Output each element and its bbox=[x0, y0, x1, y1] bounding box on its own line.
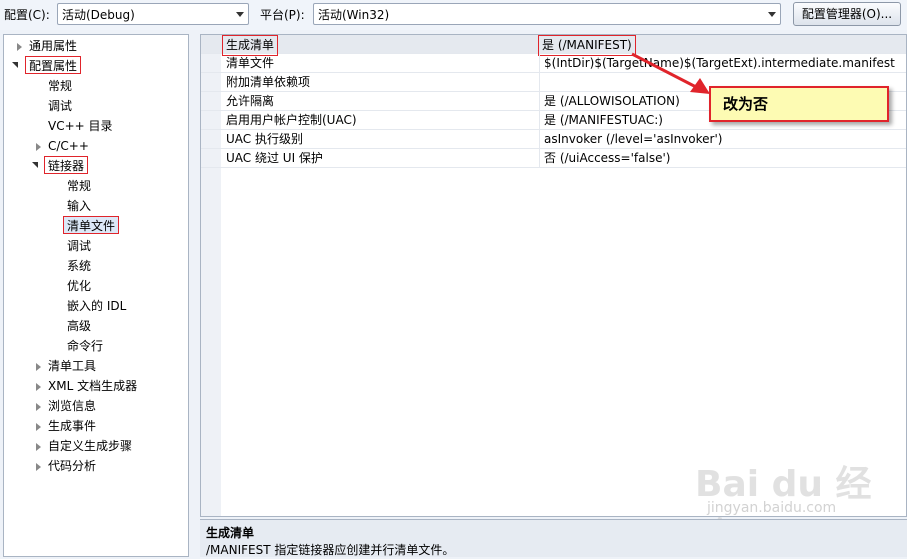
tree-item-linker-debugging[interactable]: 调试 bbox=[67, 237, 91, 255]
tree-item-linker-advanced[interactable]: 高级 bbox=[67, 317, 91, 335]
property-name: 清单文件 bbox=[226, 56, 275, 70]
watermark-url: jingyan.baidu.com bbox=[707, 500, 837, 516]
property-name: 附加清单依赖项 bbox=[226, 75, 311, 89]
config-manager-button[interactable]: 配置管理器(O)... bbox=[793, 2, 901, 26]
description-panel: 生成清单 /MANIFEST 指定链接器应创建并行清单文件。 bbox=[200, 519, 907, 557]
tree-item-linker-optimization[interactable]: 优化 bbox=[67, 277, 91, 295]
property-value[interactable]: 是 (/MANIFESTUAC:) bbox=[544, 111, 663, 130]
annotation-callout: 改为否 bbox=[709, 86, 889, 122]
tree-item-linker[interactable]: 链接器 bbox=[44, 156, 89, 174]
tree-item-command-line[interactable]: 命令行 bbox=[67, 337, 103, 355]
expand-icon[interactable] bbox=[36, 443, 41, 451]
tree-item-linker-general[interactable]: 常规 bbox=[67, 177, 91, 195]
tree-item-linker-input[interactable]: 输入 bbox=[67, 197, 91, 215]
tree-item-configuration-properties[interactable]: 配置属性 bbox=[25, 56, 82, 74]
toolbar: 配置(C): 活动(Debug) 平台(P): 活动(Win32) 配置管理器(… bbox=[0, 0, 907, 30]
column-divider bbox=[539, 73, 540, 92]
tree-item-build-events[interactable]: 生成事件 bbox=[48, 417, 96, 435]
tree-item-manifest-tool[interactable]: 清单工具 bbox=[48, 357, 96, 375]
property-name: 启用用户帐户控制(UAC) bbox=[226, 113, 357, 127]
chevron-down-icon bbox=[236, 12, 244, 17]
tree-item-embedded-idl[interactable]: 嵌入的 IDL bbox=[67, 297, 126, 315]
property-value[interactable]: asInvoker (/level='asInvoker') bbox=[544, 130, 722, 149]
expand-icon[interactable] bbox=[36, 143, 41, 151]
tree-item-custom-build-step[interactable]: 自定义生成步骤 bbox=[48, 437, 132, 455]
property-value[interactable]: 是 (/MANIFEST) bbox=[538, 35, 636, 56]
column-divider bbox=[539, 130, 540, 149]
tree-item-vc-directories[interactable]: VC++ 目录 bbox=[48, 117, 113, 135]
expand-icon[interactable] bbox=[36, 363, 41, 371]
grid-row-uac-execution-level[interactable]: UAC 执行级别 asInvoker (/level='asInvoker') bbox=[201, 130, 906, 149]
tree-item-debugging[interactable]: 调试 bbox=[48, 97, 72, 115]
column-divider bbox=[539, 111, 540, 130]
tree-item-browse-information[interactable]: 浏览信息 bbox=[48, 397, 96, 415]
grid-row-uac-bypass-ui[interactable]: UAC 绕过 UI 保护 否 (/uiAccess='false') bbox=[201, 149, 906, 168]
property-value[interactable]: $(IntDir)$(TargetName)$(TargetExt).inter… bbox=[544, 54, 895, 73]
grid-row-manifest-file[interactable]: 清单文件 $(IntDir)$(TargetName)$(TargetExt).… bbox=[201, 54, 906, 73]
expand-icon[interactable] bbox=[36, 383, 41, 391]
column-divider bbox=[539, 92, 540, 111]
platform-dropdown[interactable]: 活动(Win32) bbox=[313, 3, 781, 25]
expand-icon[interactable] bbox=[36, 403, 41, 411]
column-divider bbox=[539, 54, 540, 73]
tree-item-linker-system[interactable]: 系统 bbox=[67, 257, 91, 275]
tree-item-manifest-file[interactable]: 清单文件 bbox=[63, 216, 120, 234]
property-name: UAC 执行级别 bbox=[226, 132, 303, 146]
tree-item-cpp[interactable]: C/C++ bbox=[48, 137, 89, 155]
expand-icon[interactable] bbox=[36, 463, 41, 471]
annotation-arrow bbox=[631, 52, 710, 94]
property-name: UAC 绕过 UI 保护 bbox=[226, 151, 323, 165]
property-value[interactable]: 否 (/uiAccess='false') bbox=[544, 149, 670, 168]
column-divider bbox=[539, 149, 540, 168]
expand-icon[interactable] bbox=[36, 423, 41, 431]
tree-item-general[interactable]: 常规 bbox=[48, 77, 72, 95]
description-title: 生成清单 bbox=[206, 526, 255, 540]
platform-value: 活动(Win32) bbox=[318, 8, 390, 22]
collapse-icon[interactable] bbox=[12, 62, 18, 68]
property-name: 生成清单 bbox=[222, 35, 279, 56]
tree-item-code-analysis[interactable]: 代码分析 bbox=[48, 457, 96, 475]
config-label: 配置(C): bbox=[4, 8, 50, 22]
config-dropdown[interactable]: 活动(Debug) bbox=[57, 3, 249, 25]
tree-item-common-properties[interactable]: 通用属性 bbox=[29, 37, 77, 55]
property-name: 允许隔离 bbox=[226, 94, 275, 108]
grid-row-generate-manifest[interactable]: 生成清单 是 (/MANIFEST) bbox=[201, 35, 906, 56]
expand-icon[interactable] bbox=[17, 43, 22, 51]
tree-item-xml-doc-generator[interactable]: XML 文档生成器 bbox=[48, 377, 137, 395]
chevron-down-icon bbox=[768, 12, 776, 17]
description-text: /MANIFEST 指定链接器应创建并行清单文件。 bbox=[206, 543, 455, 557]
platform-label: 平台(P): bbox=[260, 8, 305, 22]
config-value: 活动(Debug) bbox=[62, 8, 135, 22]
collapse-icon[interactable] bbox=[32, 162, 38, 168]
property-tree: 通用属性 配置属性 常规 调试 VC++ 目录 C/C++ 链接器 常规 输入 … bbox=[3, 34, 189, 557]
